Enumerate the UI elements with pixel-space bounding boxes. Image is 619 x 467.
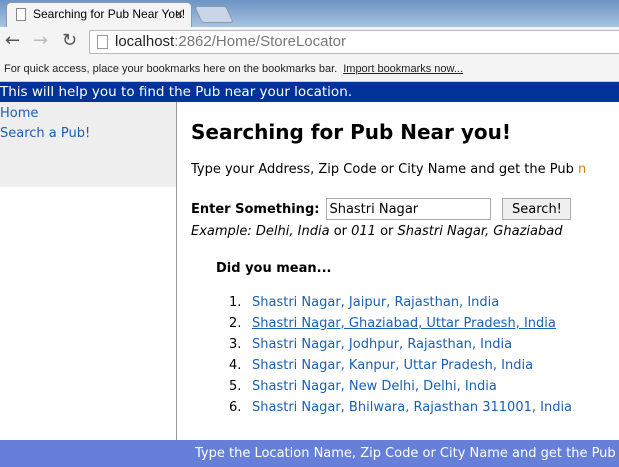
back-icon[interactable]: ← bbox=[5, 30, 20, 51]
search-form: Enter Something: Search! bbox=[191, 198, 572, 220]
footer: Type the Location Name, Zip Code or City… bbox=[0, 440, 619, 467]
suggestion-link[interactable]: Shastri Nagar, Kanpur, Uttar Pradesh, In… bbox=[252, 358, 533, 373]
url-host: localhost bbox=[115, 33, 175, 50]
list-item: 6. Shastri Nagar, Bhilwara, Rajasthan 311… bbox=[229, 400, 573, 415]
intro-main: Type your Address, Zip Code or City Name… bbox=[191, 162, 574, 177]
reload-icon[interactable]: ↻ bbox=[62, 30, 77, 51]
browser-tab[interactable]: Searching for Pub Near You! ✕ bbox=[6, 2, 192, 27]
or: or bbox=[329, 224, 352, 239]
suggestion-list: 1. Shastri Nagar, Jaipur, Rajasthan, Indi… bbox=[229, 292, 572, 418]
search-label: Enter Something: bbox=[191, 201, 320, 217]
example-c: Shastri Nagar, Ghaziabad bbox=[397, 224, 563, 239]
suggestion-link[interactable]: Shastri Nagar, Jaipur, Rajasthan, India bbox=[252, 295, 499, 310]
search-input[interactable] bbox=[326, 198, 492, 220]
sidebar-item-home[interactable]: Home bbox=[0, 104, 176, 124]
list-item: 3. Shastri Nagar, Jodhpur, Rajasthan, Ind… bbox=[229, 337, 513, 352]
import-bookmarks-link[interactable]: Import bookmarks now... bbox=[343, 63, 463, 75]
intro-cut: n bbox=[578, 162, 587, 177]
example-prefix: Example: bbox=[191, 224, 256, 239]
suggestion-link[interactable]: Shastri Nagar, Jodhpur, Rajasthan, India bbox=[252, 337, 512, 352]
did-you-mean-heading: Did you mean... bbox=[216, 261, 332, 276]
url-path: :2862/Home/StoreLocator bbox=[174, 33, 346, 50]
close-tab-icon[interactable]: ✕ bbox=[174, 3, 184, 25]
page-title: Searching for Pub Near you! bbox=[191, 120, 511, 144]
browser-toolbar: ← → ↻ localhost:2862/Home/StoreLocator bbox=[0, 27, 619, 57]
example-b: 011 bbox=[351, 224, 376, 239]
or: or bbox=[375, 224, 398, 239]
intro-text: Type your Address, Zip Code or City Name… bbox=[191, 162, 586, 177]
page-icon bbox=[16, 8, 26, 21]
tab-title: Searching for Pub Near You! bbox=[33, 7, 186, 21]
example-a: Delhi, India bbox=[255, 224, 330, 239]
sidebar: Home Search a Pub! bbox=[0, 102, 176, 187]
new-tab-button[interactable] bbox=[194, 6, 234, 23]
header-banner: This will help you to find the Pub near … bbox=[0, 82, 619, 102]
forward-icon[interactable]: → bbox=[33, 30, 48, 51]
suggestion-link[interactable]: Shastri Nagar, Ghaziabad, Uttar Pradesh,… bbox=[252, 316, 556, 331]
page-icon bbox=[97, 35, 108, 49]
list-item: 4. Shastri Nagar, Kanpur, Uttar Pradesh, … bbox=[229, 358, 534, 373]
address-bar[interactable]: localhost:2862/Home/StoreLocator bbox=[89, 30, 619, 54]
suggestion-link[interactable]: Shastri Nagar, New Delhi, Delhi, India bbox=[252, 379, 497, 394]
suggestion-link[interactable]: Shastri Nagar, Bhilwara, Rajasthan 31100… bbox=[252, 400, 572, 415]
divider bbox=[176, 102, 177, 440]
sidebar-item-search[interactable]: Search a Pub! bbox=[0, 124, 176, 144]
search-button[interactable]: Search! bbox=[502, 198, 572, 220]
bookmarks-bar: For quick access, place your bookmarks h… bbox=[0, 57, 619, 82]
example-text: Example: Delhi, India or 011 or Shastri … bbox=[191, 224, 562, 239]
list-item: 5. Shastri Nagar, New Delhi, Delhi, India bbox=[229, 379, 497, 394]
tab-bar: Searching for Pub Near You! ✕ bbox=[0, 0, 619, 27]
list-item: 2. Shastri Nagar, Ghaziabad, Uttar Prades… bbox=[229, 316, 556, 331]
bookmarks-message: For quick access, place your bookmarks h… bbox=[4, 63, 338, 75]
list-item: 1. Shastri Nagar, Jaipur, Rajasthan, Indi… bbox=[229, 295, 500, 310]
